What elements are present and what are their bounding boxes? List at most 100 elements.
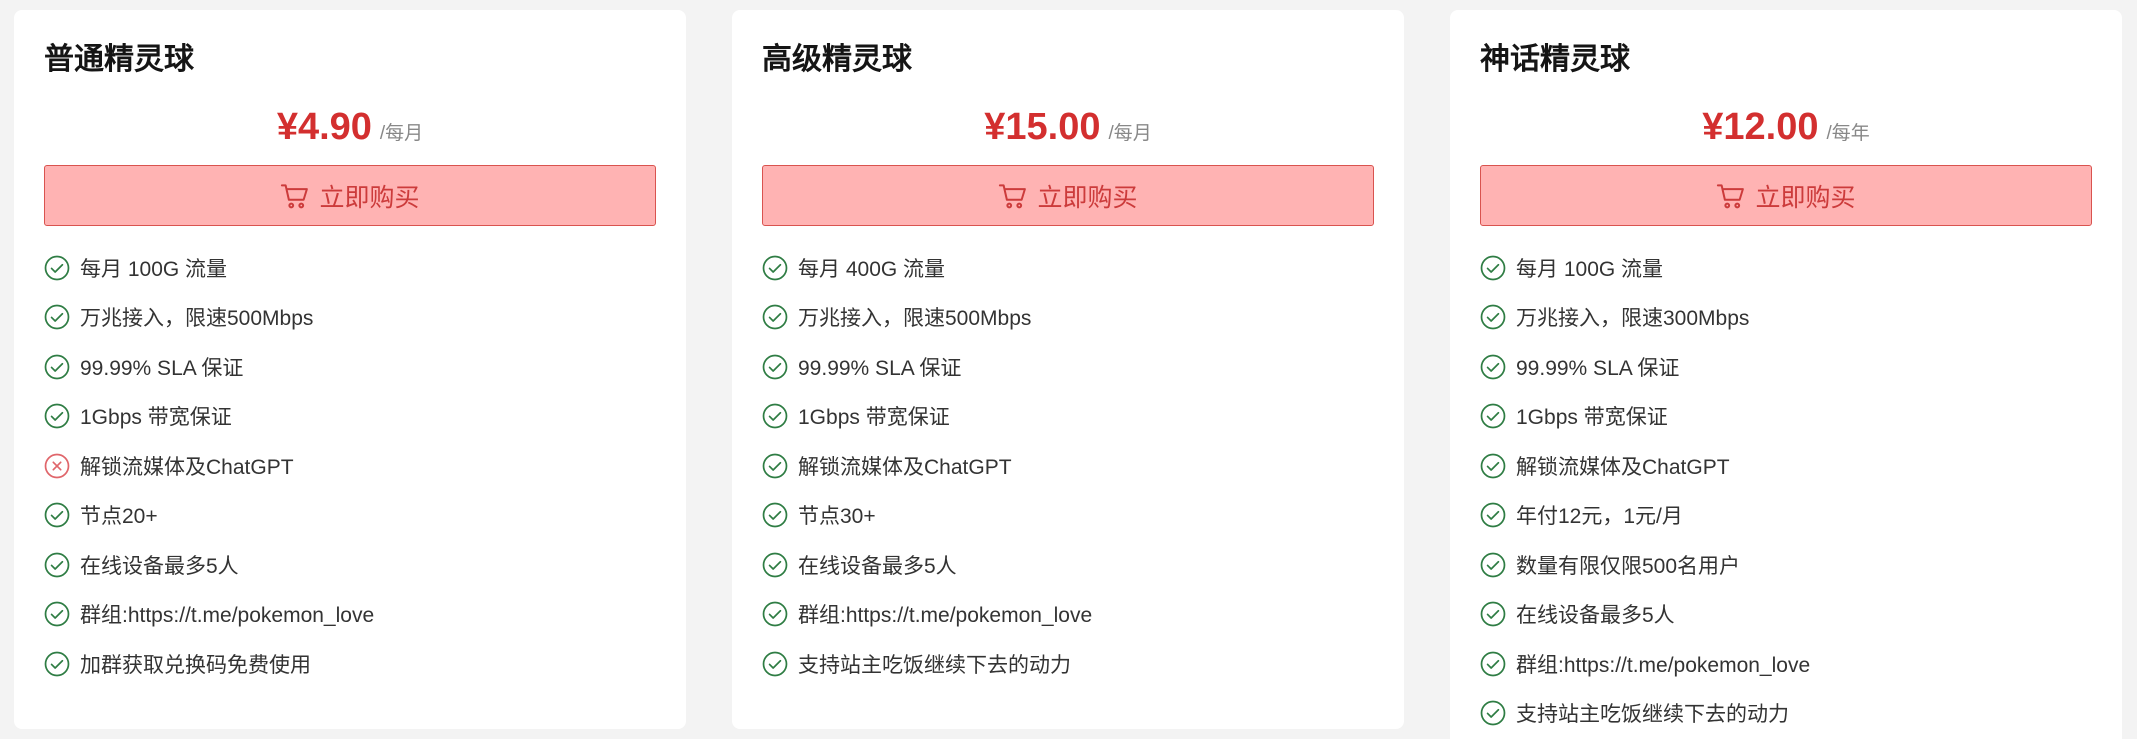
feature-list: 每月 100G 流量 万兆接入，限速300Mbps 99.99% SLA 保证 … bbox=[1480, 243, 2092, 738]
buy-button-label: 立即购买 bbox=[319, 183, 420, 212]
feature-item: 节点30+ bbox=[762, 491, 1374, 541]
feature-item: 群组:https://t.me/pokemon_love bbox=[1480, 639, 2092, 689]
feature-item: 1Gbps 带宽保证 bbox=[762, 392, 1374, 442]
check-circle-icon bbox=[762, 601, 788, 627]
feature-text: 万兆接入，限速500Mbps bbox=[80, 307, 314, 331]
check-circle-icon bbox=[1480, 453, 1506, 479]
check-circle-icon bbox=[44, 552, 70, 578]
feature-item: 群组:https://t.me/pokemon_love bbox=[762, 590, 1374, 640]
feature-text: 群组:https://t.me/pokemon_love bbox=[1516, 653, 1811, 677]
feature-list: 每月 400G 流量 万兆接入，限速500Mbps 99.99% SLA 保证 … bbox=[762, 243, 1374, 689]
feature-item: 每月 100G 流量 bbox=[1480, 243, 2092, 293]
x-circle-icon bbox=[44, 453, 70, 479]
check-circle-icon bbox=[1480, 700, 1506, 726]
feature-text: 在线设备最多5人 bbox=[1516, 604, 1675, 628]
feature-text: 每月 100G 流量 bbox=[80, 257, 228, 281]
feature-item: 在线设备最多5人 bbox=[762, 540, 1374, 590]
feature-item: 群组:https://t.me/pokemon_love bbox=[44, 590, 656, 640]
check-circle-icon bbox=[44, 403, 70, 429]
feature-item: 万兆接入，限速500Mbps bbox=[762, 293, 1374, 343]
cart-icon bbox=[280, 181, 310, 211]
check-circle-icon bbox=[1480, 601, 1506, 627]
buy-button[interactable]: 立即购买 bbox=[762, 165, 1374, 226]
check-circle-icon bbox=[1480, 304, 1506, 330]
price-row: ¥4.90/每月 bbox=[44, 102, 656, 152]
feature-text: 99.99% SLA 保证 bbox=[798, 356, 962, 380]
check-circle-icon bbox=[762, 651, 788, 677]
feature-item: 解锁流媒体及ChatGPT bbox=[1480, 441, 2092, 491]
feature-text: 万兆接入，限速500Mbps bbox=[798, 307, 1032, 331]
price-period: /每月 bbox=[379, 123, 424, 144]
feature-item: 节点20+ bbox=[44, 491, 656, 541]
feature-item: 数量有限仅限500名用户 bbox=[1480, 540, 2092, 590]
plan-price: ¥4.90 bbox=[276, 106, 372, 148]
plan-title: 普通精灵球 bbox=[44, 43, 194, 76]
check-circle-icon bbox=[1480, 403, 1506, 429]
feature-item: 99.99% SLA 保证 bbox=[762, 342, 1374, 392]
feature-text: 解锁流媒体及ChatGPT bbox=[798, 455, 1012, 479]
feature-item: 99.99% SLA 保证 bbox=[44, 342, 656, 392]
feature-text: 99.99% SLA 保证 bbox=[1516, 356, 1680, 380]
feature-item: 1Gbps 带宽保证 bbox=[44, 392, 656, 442]
feature-text: 群组:https://t.me/pokemon_love bbox=[80, 604, 375, 628]
feature-text: 群组:https://t.me/pokemon_love bbox=[798, 604, 1093, 628]
feature-text: 支持站主吃饭继续下去的动力 bbox=[798, 653, 1071, 677]
check-circle-icon bbox=[1480, 651, 1506, 677]
feature-item: 每月 400G 流量 bbox=[762, 243, 1374, 293]
feature-text: 节点20+ bbox=[80, 505, 158, 529]
plan-title: 高级精灵球 bbox=[762, 43, 912, 76]
plan-card: 神话精灵球 ¥12.00/每年 立即购买 每月 100G 流量 万兆接入，限速3… bbox=[1450, 10, 2122, 739]
price-period: /每年 bbox=[1826, 123, 1870, 144]
feature-text: 在线设备最多5人 bbox=[80, 554, 239, 578]
feature-text: 节点30+ bbox=[798, 505, 876, 529]
check-circle-icon bbox=[762, 304, 788, 330]
plan-card: 普通精灵球 ¥4.90/每月 立即购买 每月 100G 流量 万兆接入，限速50… bbox=[14, 10, 686, 729]
feature-item: 万兆接入，限速500Mbps bbox=[44, 293, 656, 343]
feature-item: 99.99% SLA 保证 bbox=[1480, 342, 2092, 392]
feature-text: 1Gbps 带宽保证 bbox=[798, 406, 950, 430]
feature-item: 在线设备最多5人 bbox=[1480, 590, 2092, 640]
cart-icon bbox=[998, 181, 1028, 211]
feature-item: 年付12元，1元/月 bbox=[1480, 491, 2092, 541]
plan-card: 高级精灵球 ¥15.00/每月 立即购买 每月 400G 流量 万兆接入，限速5… bbox=[732, 10, 1404, 729]
plan-price: ¥15.00 bbox=[984, 106, 1101, 148]
buy-button-label: 立即购买 bbox=[1037, 183, 1138, 212]
feature-text: 解锁流媒体及ChatGPT bbox=[80, 455, 294, 479]
check-circle-icon bbox=[1480, 255, 1506, 281]
plan-title: 神话精灵球 bbox=[1480, 43, 1630, 76]
feature-item: 加群获取兑换码免费使用 bbox=[44, 639, 656, 689]
check-circle-icon bbox=[44, 502, 70, 528]
buy-button-label: 立即购买 bbox=[1755, 183, 1856, 212]
feature-text: 数量有限仅限500名用户 bbox=[1516, 554, 1741, 578]
check-circle-icon bbox=[44, 601, 70, 627]
feature-text: 支持站主吃饭继续下去的动力 bbox=[1516, 703, 1789, 727]
check-circle-icon bbox=[762, 453, 788, 479]
feature-text: 1Gbps 带宽保证 bbox=[1516, 406, 1668, 430]
buy-button[interactable]: 立即购买 bbox=[44, 165, 656, 226]
check-circle-icon bbox=[44, 255, 70, 281]
check-circle-icon bbox=[762, 354, 788, 380]
check-circle-icon bbox=[762, 552, 788, 578]
check-circle-icon bbox=[1480, 354, 1506, 380]
check-circle-icon bbox=[762, 255, 788, 281]
feature-list: 每月 100G 流量 万兆接入，限速500Mbps 99.99% SLA 保证 … bbox=[44, 243, 656, 689]
feature-text: 解锁流媒体及ChatGPT bbox=[1516, 455, 1730, 479]
cart-icon bbox=[1716, 181, 1746, 211]
feature-item: 解锁流媒体及ChatGPT bbox=[762, 441, 1374, 491]
check-circle-icon bbox=[44, 354, 70, 380]
buy-button[interactable]: 立即购买 bbox=[1480, 165, 2092, 226]
feature-item: 1Gbps 带宽保证 bbox=[1480, 392, 2092, 442]
check-circle-icon bbox=[1480, 502, 1506, 528]
feature-text: 99.99% SLA 保证 bbox=[80, 356, 244, 380]
price-period: /每月 bbox=[1108, 123, 1152, 144]
check-circle-icon bbox=[1480, 552, 1506, 578]
price-row: ¥15.00/每月 bbox=[762, 102, 1374, 152]
feature-item: 在线设备最多5人 bbox=[44, 540, 656, 590]
feature-item: 支持站主吃饭继续下去的动力 bbox=[762, 639, 1374, 689]
feature-text: 年付12元，1元/月 bbox=[1516, 505, 1683, 529]
check-circle-icon bbox=[762, 502, 788, 528]
feature-text: 万兆接入，限速300Mbps bbox=[1516, 307, 1750, 331]
feature-item: 万兆接入，限速300Mbps bbox=[1480, 293, 2092, 343]
feature-item: 支持站主吃饭继续下去的动力 bbox=[1480, 689, 2092, 739]
feature-item: 解锁流媒体及ChatGPT bbox=[44, 441, 656, 491]
